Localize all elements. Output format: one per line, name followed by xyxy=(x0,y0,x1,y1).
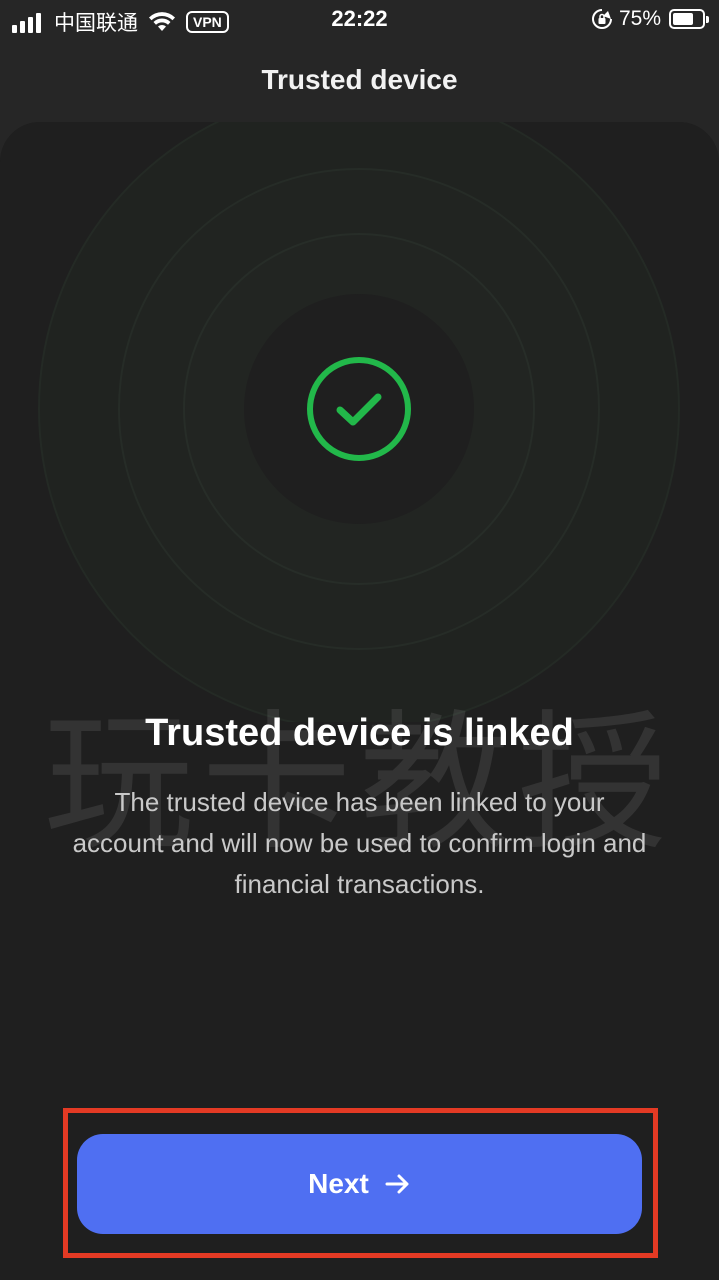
success-headline: Trusted device is linked xyxy=(145,712,574,754)
battery-percent: 75% xyxy=(618,7,661,30)
check-circle-icon xyxy=(307,357,411,461)
next-button[interactable]: Next xyxy=(77,1134,642,1234)
battery-icon xyxy=(669,9,709,29)
arrow-right-icon xyxy=(385,1174,409,1194)
status-bar: 中国联通 VPN 22:22 75% xyxy=(0,0,719,40)
success-description: The trusted device has been linked to yo… xyxy=(72,787,647,899)
page-title: Trusted device xyxy=(261,64,458,95)
status-right: 75% xyxy=(591,7,709,31)
content-card: 玩卡教授 Trusted device is linked The truste… xyxy=(0,122,719,1280)
rotation-lock-icon xyxy=(592,9,612,29)
screen: 中国联通 VPN 22:22 75% Trusted device 玩卡教授 T… xyxy=(0,0,719,1280)
next-button-label: Next xyxy=(308,1168,369,1199)
